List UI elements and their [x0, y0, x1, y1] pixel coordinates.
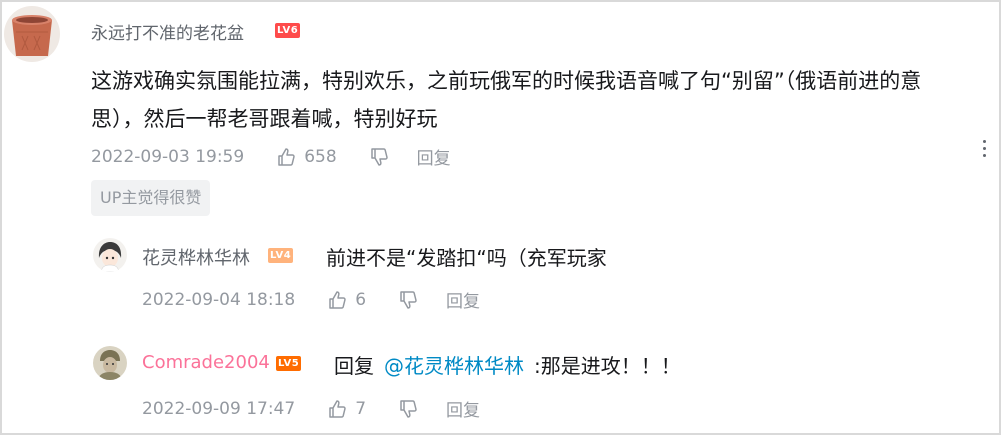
reply-meta: 2022-09-04 18:18 6 回复	[142, 287, 480, 313]
reply-content: 回复 @花灵桦林华林 :那是进攻！！！	[334, 350, 681, 379]
user-avatar[interactable]	[4, 6, 60, 62]
reply-button[interactable]: 回复	[446, 287, 480, 312]
reply-text: :那是进攻！！！	[534, 354, 681, 378]
up-liked-tag: UP主觉得很赞	[91, 180, 211, 216]
comment-meta: 2022-09-03 19:59 658 回复	[91, 144, 451, 170]
like-icon	[276, 147, 296, 167]
reply-button[interactable]: 回复	[446, 396, 480, 421]
reply-prefix: 回复	[334, 354, 374, 378]
reply-meta: 2022-09-09 17:47 7 回复	[142, 396, 480, 422]
reply-avatar[interactable]	[93, 238, 127, 272]
mention-link[interactable]: @花灵桦林华林	[384, 350, 524, 379]
pot-avatar-icon	[4, 6, 60, 62]
anime-avatar-icon	[93, 238, 127, 272]
reply-username[interactable]: Comrade2004	[142, 352, 270, 373]
soldier-avatar-icon	[93, 346, 127, 380]
dislike-button[interactable]	[398, 399, 418, 419]
reply-timestamp: 2022-09-04 18:18	[142, 289, 296, 310]
reply-content: 前进不是“发踏扣“吗（充军玩家	[326, 246, 607, 270]
like-button[interactable]: 6	[327, 290, 366, 310]
comment-timestamp: 2022-09-03 19:59	[91, 146, 245, 167]
user-level-badge: LV6	[275, 23, 301, 38]
like-button[interactable]: 658	[276, 146, 337, 167]
like-count: 7	[355, 398, 367, 419]
reply-button[interactable]: 回复	[417, 144, 451, 169]
like-count: 658	[304, 146, 337, 167]
comment-content: 这游戏确实氛围能拉满，特别欢乐，之前玩俄军的时候我语音喊了句“别留”（俄语前进的…	[91, 62, 991, 138]
dislike-icon	[398, 399, 418, 419]
comment-username[interactable]: 永远打不准的老花盆	[91, 19, 244, 44]
more-icon[interactable]	[981, 140, 987, 157]
reply-avatar[interactable]	[93, 346, 127, 380]
reply-username[interactable]: 花灵桦林华林	[142, 244, 250, 270]
dislike-icon	[398, 290, 418, 310]
user-level-badge: LV4	[268, 248, 294, 263]
dislike-button[interactable]	[398, 290, 418, 310]
dislike-icon	[369, 147, 389, 167]
reply-timestamp: 2022-09-09 17:47	[142, 398, 296, 419]
like-count: 6	[355, 289, 367, 310]
dislike-button[interactable]	[369, 147, 389, 167]
user-level-badge: LV5	[276, 356, 302, 371]
comment-content-line: 思），然后一帮老哥跟着喊，特别好玩	[91, 107, 438, 131]
comment-content-line: 这游戏确实氛围能拉满，特别欢乐，之前玩俄军的时候我语音喊了句“别留”（俄语前进的…	[91, 69, 922, 93]
like-button[interactable]: 7	[327, 399, 366, 419]
like-icon	[327, 399, 347, 419]
like-icon	[327, 290, 347, 310]
